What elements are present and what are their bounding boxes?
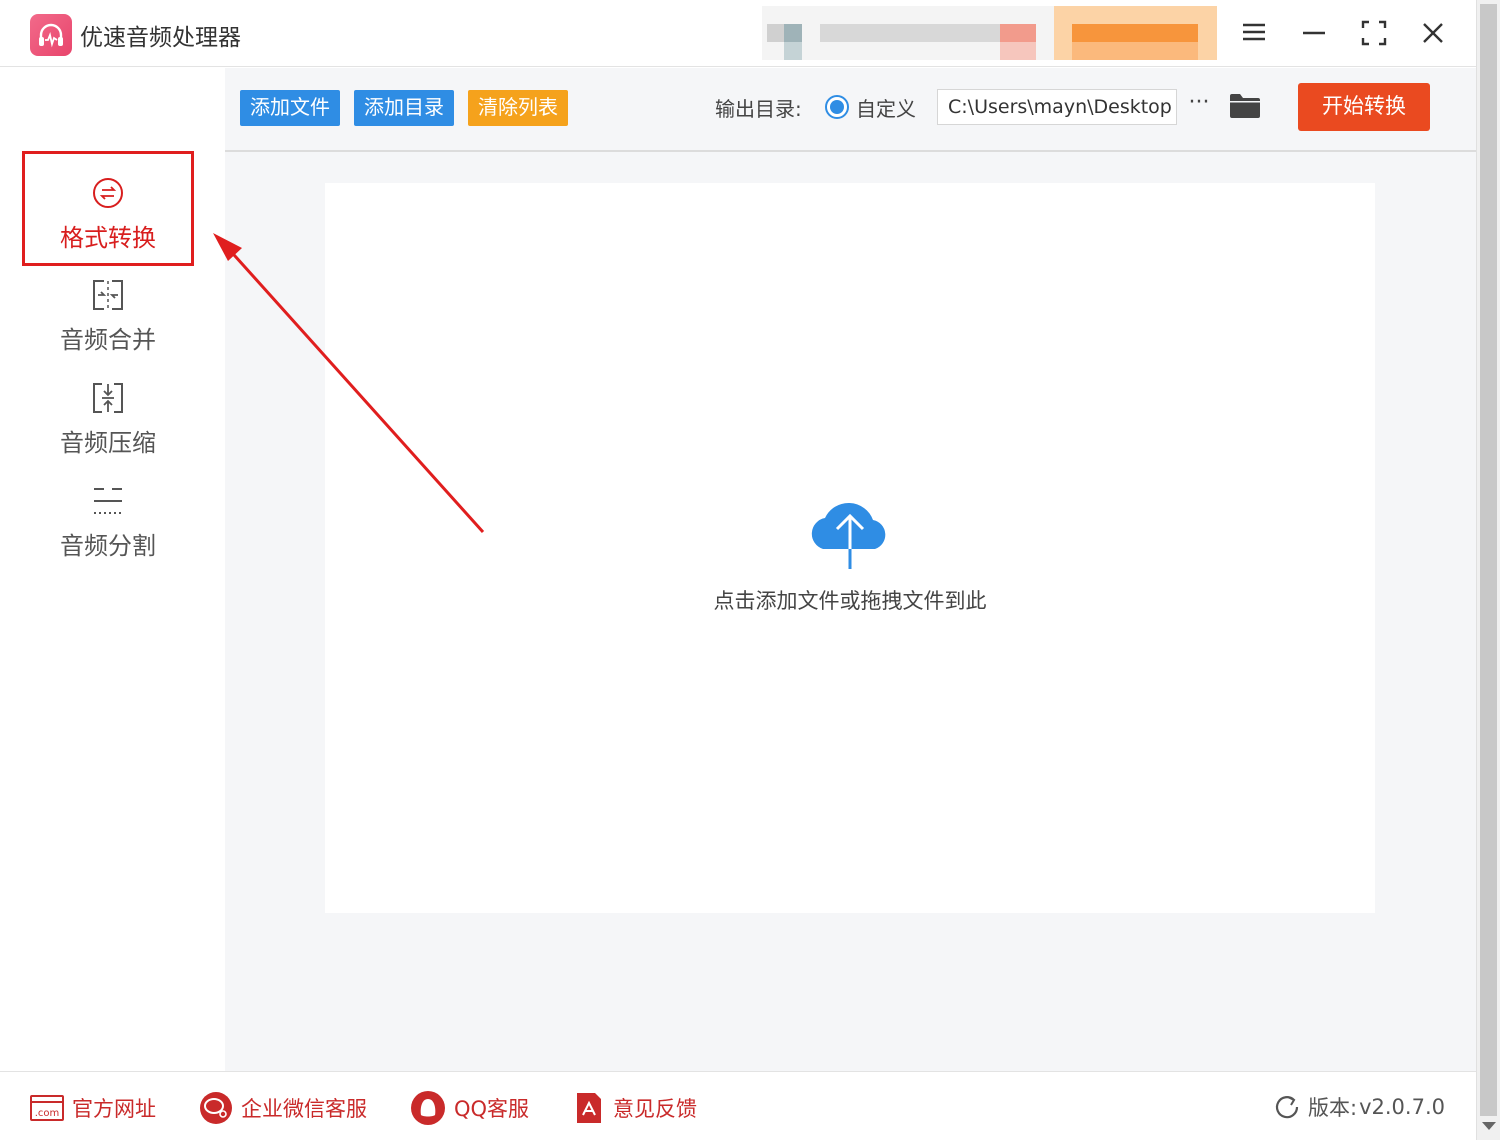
vertical-scrollbar[interactable] (1476, 0, 1500, 1140)
version-label: 版本: (1308, 1096, 1358, 1120)
toolbar: 添加文件 添加目录 清除列表 输出目录: 自定义 C:\Users\mayn\D… (225, 68, 1476, 152)
menu-icon[interactable] (1235, 14, 1273, 52)
refresh-icon (1275, 1096, 1299, 1119)
feedback-icon (577, 1093, 601, 1123)
feedback-link[interactable]: 意见反馈 (575, 1090, 697, 1126)
app-window: 优速音频处理器 格式转换 音频合并 音频压缩 音频分割 添加文件 添加目录 清除… (0, 0, 1500, 1140)
qq-service-link[interactable]: QQ客服 (410, 1090, 529, 1126)
scrollbar-thumb[interactable] (1480, 4, 1497, 1116)
sidebar-item-audio-compress[interactable]: 音频压缩 (22, 371, 194, 486)
fullscreen-icon[interactable] (1355, 14, 1393, 52)
convert-icon (93, 178, 123, 208)
title-bar: 优速音频处理器 (0, 0, 1476, 67)
sidebar-item-label: 格式转换 (60, 224, 156, 252)
compress-icon (93, 383, 123, 413)
sidebar: 格式转换 音频合并 音频压缩 音频分割 (0, 68, 225, 1071)
website-icon: .com (30, 1095, 64, 1121)
feedback-label: 意见反馈 (613, 1097, 697, 1121)
sidebar-item-label: 音频分割 (60, 532, 156, 560)
qq-label: QQ客服 (454, 1097, 530, 1121)
sidebar-item-label: 音频合并 (60, 326, 156, 354)
clear-list-button[interactable]: 清除列表 (468, 90, 568, 126)
wechat-service-link[interactable]: 企业微信客服 (199, 1090, 367, 1126)
split-icon (94, 488, 122, 514)
output-dir-label: 输出目录: (715, 97, 802, 121)
main-panel: 添加文件 添加目录 清除列表 输出目录: 自定义 C:\Users\mayn\D… (225, 68, 1476, 1071)
output-path-field[interactable]: C:\Users\mayn\Desktop (937, 89, 1177, 125)
add-file-button[interactable]: 添加文件 (240, 90, 340, 126)
cloud-upload-icon (811, 502, 886, 569)
svg-text:.com: .com (35, 1108, 60, 1119)
wechat-label: 企业微信客服 (241, 1097, 367, 1121)
blurred-user-area (762, 6, 1217, 60)
sidebar-item-label: 音频压缩 (60, 429, 156, 457)
sidebar-item-audio-split[interactable]: 音频分割 (22, 474, 194, 589)
website-label: 官方网址 (72, 1097, 156, 1121)
scroll-down-icon[interactable] (1482, 1122, 1496, 1130)
merge-icon (93, 280, 123, 310)
add-folder-button[interactable]: 添加目录 (354, 90, 454, 126)
app-title: 优速音频处理器 (80, 25, 241, 51)
more-options-button[interactable]: ··· (1185, 90, 1213, 120)
close-icon[interactable] (1414, 14, 1452, 52)
sidebar-item-format-convert[interactable]: 格式转换 (22, 151, 194, 266)
annotation-arrow (213, 233, 485, 534)
folder-icon[interactable] (1229, 92, 1261, 124)
headphones-wave-icon (30, 14, 72, 56)
wechat-icon (200, 1092, 232, 1124)
start-convert-button[interactable]: 开始转换 (1298, 83, 1430, 131)
drop-hint-text: 点击添加文件或拖拽文件到此 (713, 589, 987, 613)
version-info[interactable]: 版本: v2.0.7.0 (1274, 1092, 1445, 1122)
qq-icon (411, 1091, 445, 1125)
official-website-link[interactable]: .com 官方网址 (30, 1090, 156, 1126)
sidebar-item-audio-merge[interactable]: 音频合并 (22, 268, 194, 383)
minimize-icon[interactable] (1295, 14, 1333, 52)
version-number: v2.0.7.0 (1359, 1095, 1445, 1119)
custom-output-label[interactable]: 自定义 (856, 93, 916, 122)
status-bar: .com 官方网址 企业微信客服 QQ客服 意见反馈 版本: v2.0.7.0 (0, 1071, 1476, 1140)
custom-output-radio[interactable] (825, 95, 849, 119)
